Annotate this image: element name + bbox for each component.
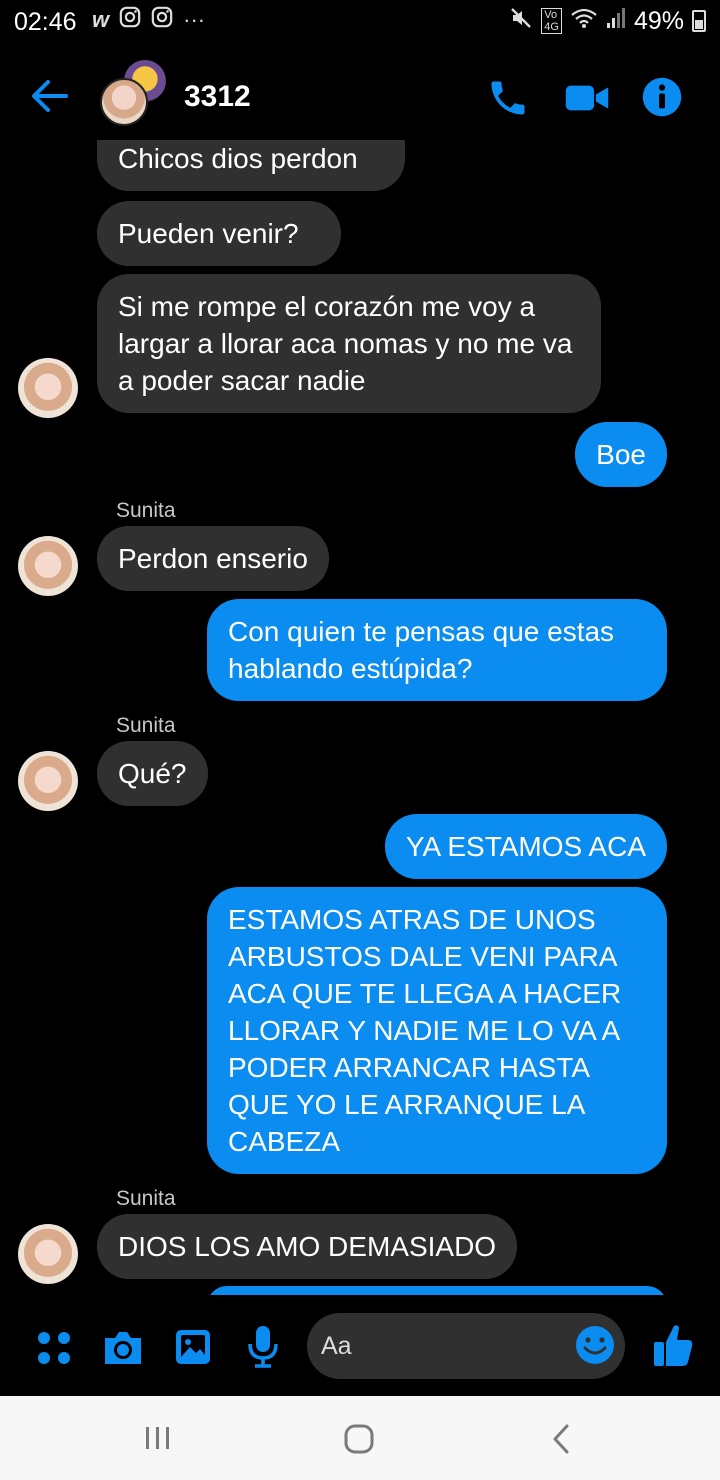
composer-bar: Aa [0,1300,720,1396]
group-avatar[interactable] [100,78,148,126]
phone-icon[interactable] [486,76,530,125]
instagram-icon [119,6,141,34]
message-bubble[interactable]: YA ESTAMOS ACA [384,814,667,879]
avatar[interactable] [18,536,78,596]
info-icon[interactable] [641,76,683,123]
avatar[interactable] [18,358,78,418]
gallery-icon[interactable] [174,1328,212,1371]
emoji-icon[interactable] [575,1325,615,1370]
signal-icon [606,7,626,35]
wifi-icon [570,7,598,35]
message-bubble[interactable]: Con quien te pensas que estas hablando e… [207,599,667,701]
battery-icon [692,10,706,32]
message-bubble[interactable]: ESTAMOS ATRAS DE UNOS ARBUSTOS DALE VENI… [207,887,667,1174]
w-app-icon: w [92,7,110,32]
status-time: 02:46 [14,8,77,36]
conversation-header: 3312 [0,58,720,138]
notification-icons: w ··· [92,6,205,34]
message-input-placeholder: Aa [321,1332,352,1360]
message-bubble[interactable]: Qué? [97,741,208,806]
message-bubble[interactable]: Pueden venir? [97,201,341,266]
conversation-title[interactable]: 3312 [184,80,251,114]
message-bubble[interactable]: Perdon enserio [97,526,329,591]
sender-name: Sunita [116,1187,176,1210]
back-icon[interactable] [550,1423,572,1460]
camera-icon[interactable] [101,1328,145,1373]
message-bubble[interactable]: Boe [575,422,667,487]
message-bubble[interactable]: Chicos dios perdon [97,140,405,191]
microphone-icon[interactable] [245,1324,281,1373]
message-bubble[interactable]: DIOS LOS AMO DEMASIADO [97,1214,518,1279]
status-right: Vo 4G 49% [509,6,706,36]
system-navigation-bar [0,1396,720,1480]
instagram-icon [151,6,173,34]
avatar[interactable] [18,751,78,811]
menu-dots-icon[interactable] [36,1330,72,1371]
video-camera-icon[interactable] [564,76,610,125]
mute-icon [509,6,533,36]
avatar[interactable] [18,1224,78,1284]
volte-4g-icon: Vo 4G [541,8,562,34]
message-bubble[interactable]: Si me rompe el corazón me voy a largar a… [97,274,601,413]
sender-name: Sunita [116,499,176,522]
message-input[interactable]: Aa [307,1313,625,1379]
message-list[interactable]: Chicos dios perdon Pueden venir? Si me r… [0,140,720,1295]
more-notifications-icon: ··· [183,7,206,32]
status-bar: 02:46 w ··· Vo 4G 49% [0,0,720,44]
home-icon[interactable] [343,1423,375,1460]
battery-percentage: 49% [633,6,684,35]
sender-name: Sunita [116,714,176,737]
back-arrow-icon[interactable] [28,76,72,116]
like-icon[interactable] [652,1322,694,1373]
message-bubble-partial[interactable] [207,1286,667,1295]
recents-icon[interactable] [144,1426,172,1455]
